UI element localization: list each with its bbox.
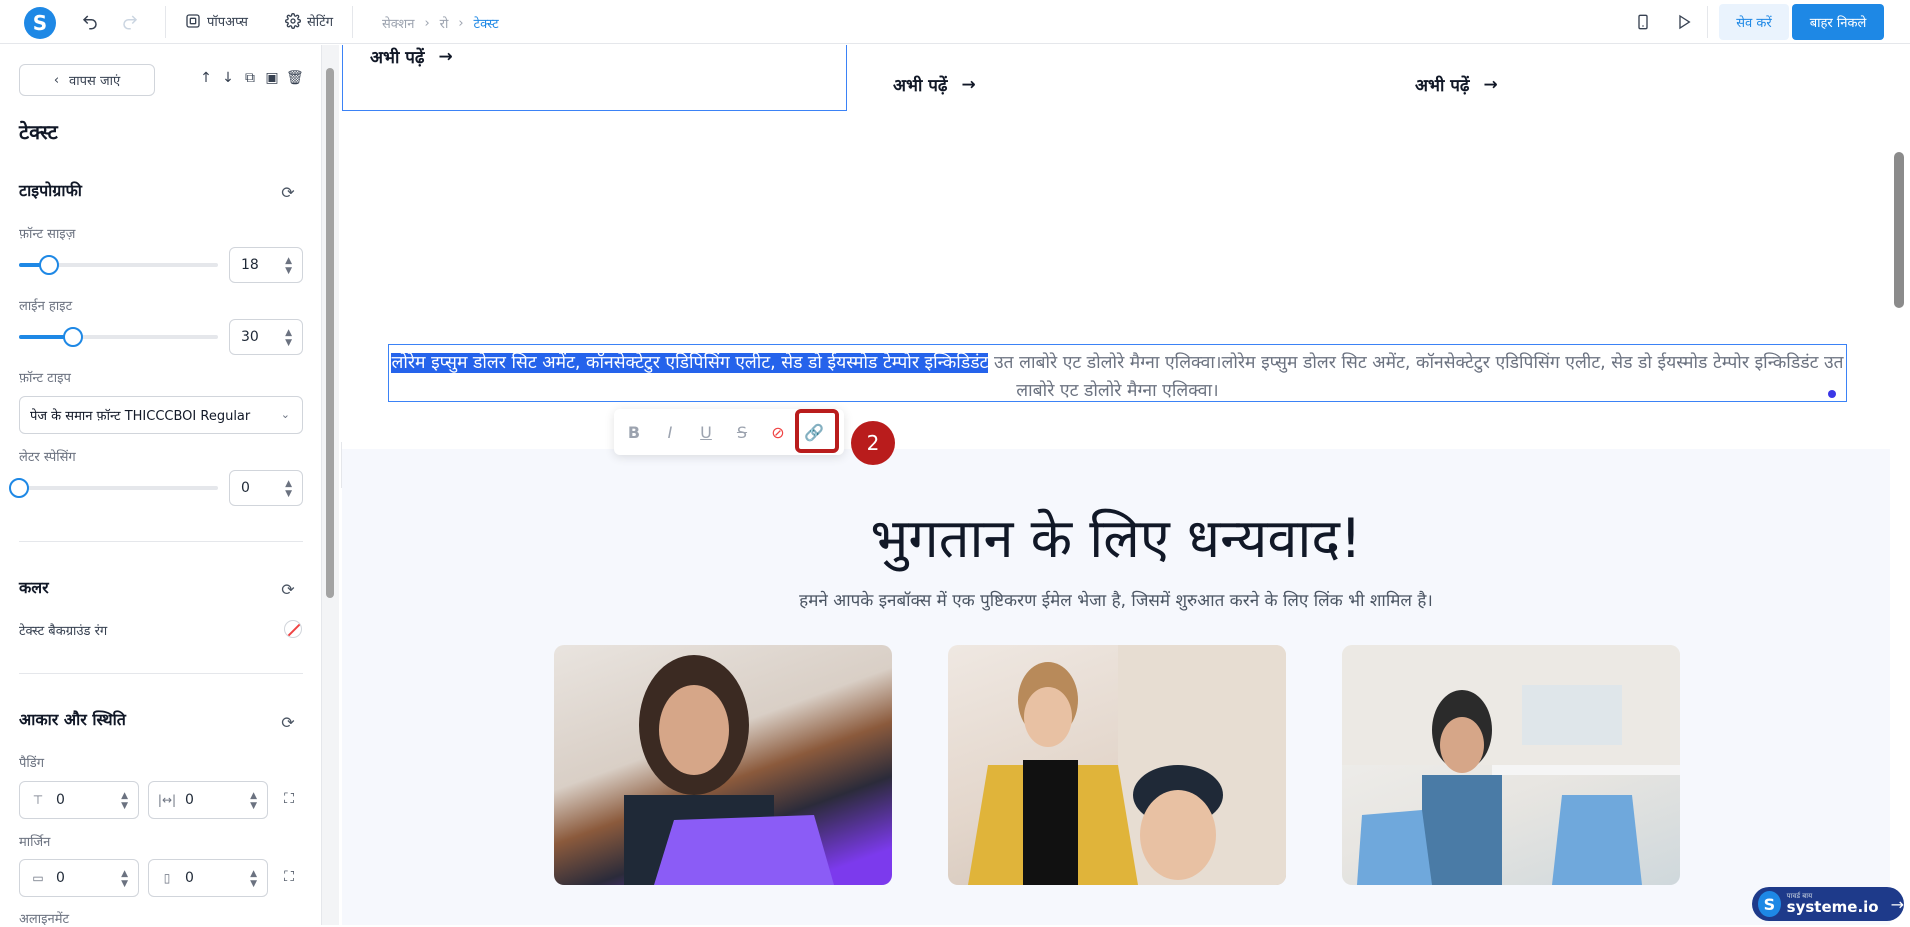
canvas-scrollbar[interactable] [1894, 152, 1904, 308]
highlighted-text[interactable]: लोरेम इप्सुम डोलर सिट अमेंट, कॉनसेक्टेटु… [391, 353, 989, 373]
gear-icon [285, 13, 301, 29]
back-button[interactable]: ‹ वापस जाएं [19, 64, 155, 96]
expand-margin-icon[interactable]: ⛶ [280, 869, 298, 887]
margin-horizontal-input[interactable]: ▯ 0 ▲ ▼ [148, 859, 268, 897]
save-block-icon[interactable]: ▣ [264, 70, 280, 86]
arrow-right-icon: → [438, 46, 453, 67]
font-type-label: फ़ॉन्ट टाइप [19, 371, 71, 386]
photo-woman-laptop [554, 645, 892, 885]
bold-icon[interactable]: B [624, 423, 644, 442]
padding-horizontal-input[interactable]: |↔| 0 ▲ ▼ [148, 781, 268, 819]
size-reset-icon[interactable]: ⟳ [279, 714, 297, 732]
popup-icon [186, 14, 200, 28]
no-color-swatch-icon[interactable] [284, 620, 302, 638]
arrow-right-icon: → [1890, 894, 1904, 914]
margin-vertical-icon: ▭ [32, 871, 44, 885]
thanks-heading: भुगतान के लिए धन्यवाद! [870, 507, 1362, 570]
margin-label: मार्जिन [19, 835, 51, 850]
element-actions: ↑ ↓ ⧉ ▣ 🗑 [198, 70, 304, 86]
letter-spacing-slider[interactable] [9, 478, 218, 498]
redo-icon[interactable] [118, 10, 142, 34]
typography-title: टाइपोग्राफी [19, 181, 82, 200]
alignment-label: अलाइनमेंट [19, 912, 70, 927]
arrow-right-icon: → [1483, 74, 1498, 95]
margin-horizontal-icon: ▯ [163, 871, 171, 885]
step-badge: 2 [851, 421, 895, 465]
line-height-input[interactable]: 30 ▲ ▼ [229, 319, 303, 355]
padding-horizontal-icon: |↔| [157, 793, 177, 807]
read-more-link-3[interactable]: अभी पढ़ें → [1415, 73, 1498, 97]
read-more-link-2[interactable]: अभी पढ़ें → [893, 73, 976, 97]
line-height-slider[interactable] [19, 327, 218, 347]
size-position-title: आकार और स्थिति [19, 710, 126, 729]
back-label: वापस जाएं [69, 74, 121, 89]
italic-icon[interactable]: I [660, 423, 680, 442]
margin-vertical-input[interactable]: ▭ 0 ▲ ▼ [19, 859, 139, 897]
photo-woman-table [1342, 645, 1680, 885]
clear-color-icon[interactable]: ⊘ [768, 423, 788, 442]
move-down-icon[interactable]: ↓ [220, 70, 236, 86]
breadcrumb: सेक्शन › रो › टेक्स्ट [382, 14, 499, 33]
padding-vertical-icon: ⊤ [32, 793, 44, 807]
duplicate-icon[interactable]: ⧉ [242, 70, 258, 86]
popups-label: पॉपअप्स [207, 15, 248, 30]
page-canvas: अभी पढ़ें → अभी पढ़ें → अभी पढ़ें → लोरेम इ… [342, 45, 1890, 925]
top-bar: S पॉपअप्स सेटिंग सेक्शन › रो › टेक्स्ट स… [0, 0, 1910, 44]
breadcrumb-section[interactable]: सेक्शन [382, 14, 414, 32]
line-height-label: लाईन हाइट [19, 299, 73, 314]
underline-icon[interactable]: U [696, 423, 716, 442]
padding-label: पैडिंग [19, 756, 45, 771]
thanks-subtext: हमने आपके इनबॉक्स में एक पुष्टिकरण ईमेल … [799, 591, 1433, 611]
selected-text-block[interactable]: लोरेम इप्सुम डोलर सिट अमेंट, कॉनसेक्टेटु… [388, 344, 1847, 402]
undo-icon[interactable] [78, 10, 102, 34]
systeme-logo[interactable]: S [24, 7, 56, 39]
letter-spacing-input[interactable]: 0 ▲ ▼ [229, 470, 303, 506]
strikethrough-icon[interactable]: S [732, 423, 752, 442]
color-reset-icon[interactable]: ⟳ [279, 581, 297, 599]
sidebar-scrollbar[interactable] [326, 68, 334, 598]
chevron-down-icon: ⌄ [280, 408, 290, 421]
text-bg-color-label: टेक्स्ट बैकग्राउंड रंग [19, 624, 108, 639]
padding-vertical-input[interactable]: ⊤ 0 ▲ ▼ [19, 781, 139, 819]
popups-button[interactable]: पॉपअप्स [185, 12, 248, 30]
font-size-label: फ़ॉन्ट साइज़ [19, 227, 76, 242]
color-title: कलर [19, 578, 49, 597]
panel-title: टेक्स्ट [19, 120, 58, 144]
font-type-select[interactable]: पेज के समान फ़ॉन्ट THICCCBOI Regular ⌄ [19, 396, 303, 434]
save-button[interactable]: सेव करें [1719, 4, 1789, 40]
settings-button[interactable]: सेटिंग [285, 12, 333, 30]
typography-reset-icon[interactable]: ⟳ [279, 184, 297, 202]
systeme-badge-logo: S [1758, 891, 1781, 917]
preview-play-icon[interactable] [1672, 10, 1696, 34]
text-paragraph[interactable]: लोरेम इप्सुम डोलर सिट अमेंट, कॉनसेक्टेटु… [389, 349, 1846, 405]
expand-padding-icon[interactable]: ⛶ [280, 791, 298, 809]
photo-two-people [948, 645, 1286, 885]
letter-spacing-label: लेटर स्पेसिंग [19, 450, 76, 465]
breadcrumb-text[interactable]: टेक्स्ट [474, 14, 499, 32]
exit-button[interactable]: बाहर निकले [1792, 4, 1884, 40]
font-size-slider[interactable] [19, 255, 218, 275]
chevron-left-icon: ‹ [53, 72, 60, 88]
delete-icon[interactable]: 🗑 [286, 70, 304, 86]
breadcrumb-row[interactable]: रो [440, 14, 449, 32]
settings-label: सेटिंग [307, 15, 334, 30]
resize-handle[interactable] [1828, 390, 1836, 398]
settings-sidebar: ‹ वापस जाएं ↑ ↓ ⧉ ▣ 🗑 टेक्स्ट टाइपोग्राफ… [0, 45, 322, 927]
move-up-icon[interactable]: ↑ [198, 70, 214, 86]
read-more-link-1[interactable]: अभी पढ़ें → [370, 45, 453, 69]
link-button-highlight [795, 409, 839, 453]
arrow-right-icon: → [961, 74, 976, 95]
mobile-view-icon[interactable] [1631, 10, 1655, 34]
font-size-input[interactable]: 18 ▲ ▼ [229, 247, 303, 283]
powered-by-systeme-badge[interactable]: S पावर्ड बाय systeme.io → [1752, 887, 1904, 921]
